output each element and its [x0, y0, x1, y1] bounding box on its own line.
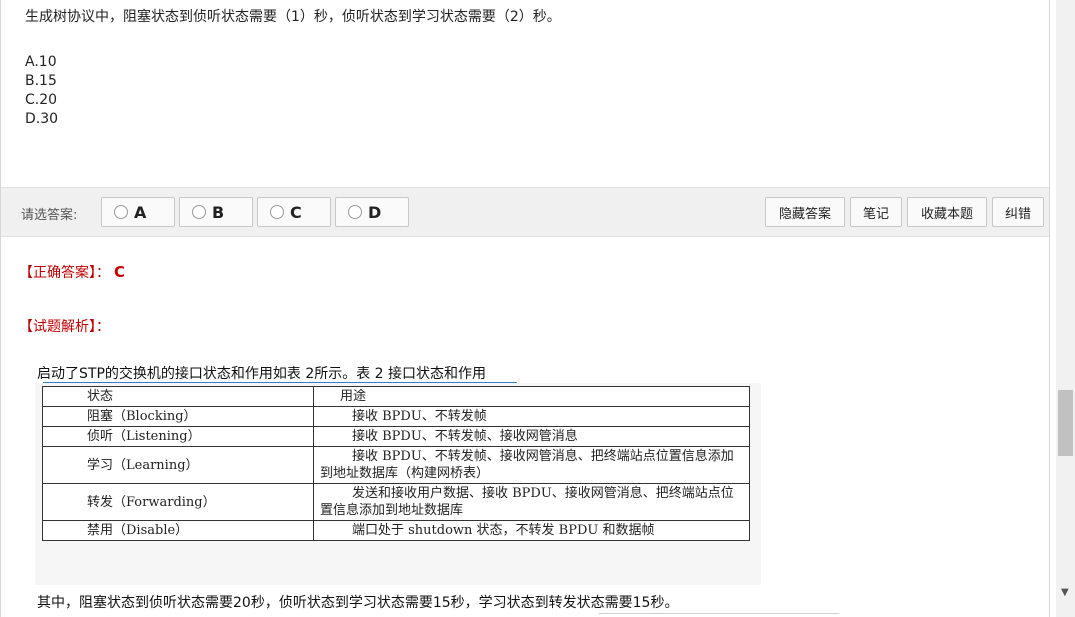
correct-answer-line: 【正确答案】： C: [19, 262, 125, 282]
choice-c-button[interactable]: C: [257, 197, 331, 227]
answer-prompt-label: 请选答案:: [21, 208, 78, 223]
scrollbar-thumb[interactable]: [1058, 390, 1073, 456]
choice-b-button[interactable]: B: [179, 197, 253, 227]
option-b: B.15: [25, 73, 57, 89]
state-cell: 学习（Learning）: [42, 446, 314, 484]
header-state: 状态: [42, 386, 314, 407]
report-error-button[interactable]: 纠错: [992, 197, 1044, 227]
purpose-cell: 端口处于 shutdown 状态，不转发 BPDU 和数据帧: [313, 520, 750, 541]
purpose-cell: 接收 BPDU、不转发帧: [313, 406, 750, 427]
table-row: 学习（Learning） 接收 BPDU、不转发帧、接收网管消息、把终端站点位置…: [42, 446, 750, 484]
option-c: C.20: [25, 92, 58, 108]
choice-a-button[interactable]: A: [101, 197, 175, 227]
table-row: 禁用（Disable） 端口处于 shutdown 状态，不转发 BPDU 和数…: [42, 520, 750, 541]
purpose-cell: 发送和接收用户数据、接收 BPDU、接收网管消息、把终端站点位置信息添加到地址数…: [313, 483, 750, 521]
option-a: A.10: [25, 54, 57, 70]
port-state-table: 状态 用途 阻塞（Blocking） 接收 BPDU、不转发帧 侦听（Liste…: [42, 386, 750, 541]
radio-circle-icon: [192, 205, 206, 219]
notes-button[interactable]: 笔记: [850, 197, 902, 227]
analysis-label: 【试题解析】：: [19, 319, 110, 335]
hide-answer-button[interactable]: 隐藏答案: [765, 197, 845, 227]
radio-circle-icon: [114, 205, 128, 219]
explanation-conclusion: 其中，阻塞状态到侦听状态需要20秒，侦听状态到学习状态需要15秒，学习状态到转发…: [37, 595, 679, 611]
table-row: 侦听（Listening） 接收 BPDU、不转发帧、接收网管消息: [42, 426, 750, 447]
vertical-scrollbar[interactable]: ▼: [1056, 0, 1075, 617]
choice-label: A: [134, 202, 147, 222]
choice-label: B: [212, 202, 225, 222]
bottom-divider: [599, 613, 839, 617]
question-panel: 生成树协议中，阻塞状态到侦听状态需要（1）秒，侦听状态到学习状态需要（2）秒。 …: [0, 0, 1050, 617]
option-d: D.30: [25, 111, 59, 127]
table-row: 转发（Forwarding） 发送和接收用户数据、接收 BPDU、接收网管消息、…: [42, 483, 750, 521]
state-cell: 转发（Forwarding）: [42, 483, 314, 521]
choice-label: D: [368, 202, 382, 222]
correct-answer-value: C: [114, 263, 126, 281]
purpose-cell: 接收 BPDU、不转发帧、接收网管消息: [313, 426, 750, 447]
bookmark-question-button[interactable]: 收藏本题: [907, 197, 987, 227]
state-cell: 阻塞（Blocking）: [42, 406, 314, 427]
answer-bar: 请选答案: A B C D 隐藏答案 笔记 收藏本题 纠错: [1, 187, 1049, 237]
choice-label: C: [290, 202, 302, 222]
choice-d-button[interactable]: D: [335, 197, 409, 227]
state-cell: 侦听（Listening）: [42, 426, 314, 447]
state-cell: 禁用（Disable）: [42, 520, 314, 541]
chevron-down-icon[interactable]: ▼: [1061, 587, 1069, 598]
purpose-cell: 接收 BPDU、不转发帧、接收网管消息、把终端站点位置信息添加到地址数据库（构建…: [313, 446, 750, 484]
option-list: A.10 B.15 C.20 D.30: [25, 53, 58, 129]
question-text: 生成树协议中，阻塞状态到侦听状态需要（1）秒，侦听状态到学习状态需要（2）秒。: [25, 9, 561, 25]
state-table-image: 状态 用途 阻塞（Blocking） 接收 BPDU、不转发帧 侦听（Liste…: [35, 383, 761, 585]
radio-circle-icon: [348, 205, 362, 219]
table-row: 阻塞（Blocking） 接收 BPDU、不转发帧: [42, 406, 750, 427]
table-header-row: 状态 用途: [42, 386, 750, 407]
radio-circle-icon: [270, 205, 284, 219]
correct-answer-label: 【正确答案】：: [19, 265, 110, 281]
header-purpose: 用途: [313, 386, 750, 407]
